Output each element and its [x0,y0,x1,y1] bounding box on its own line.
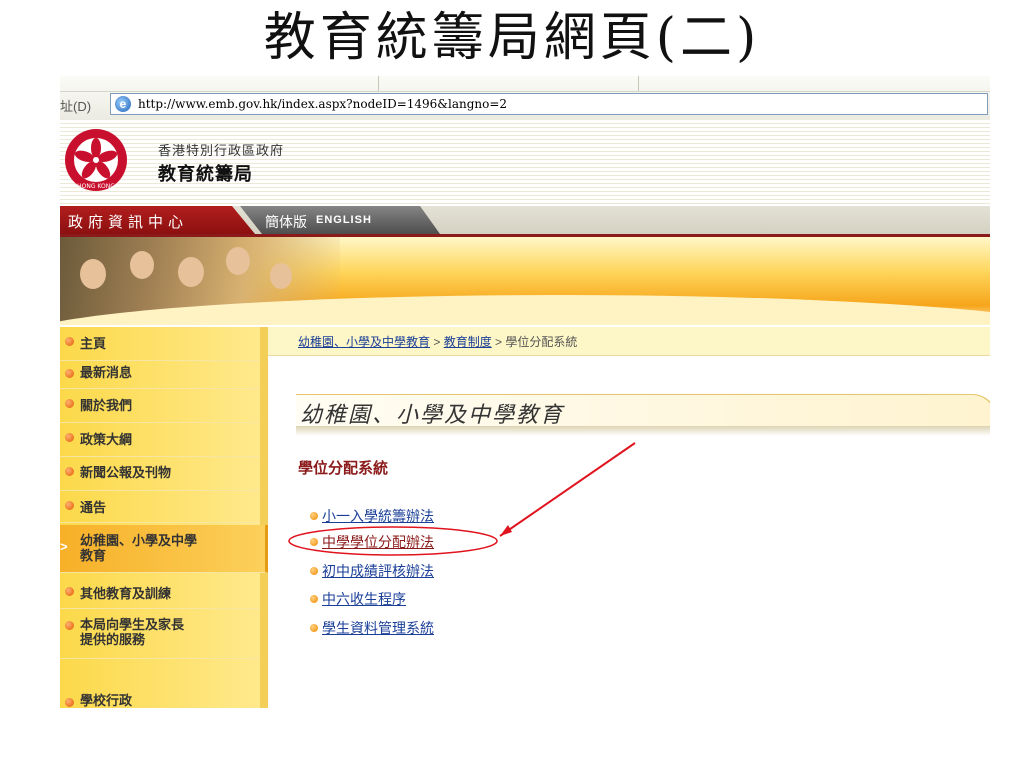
breadcrumb-link-education-system[interactable]: 教育制度 [444,335,492,349]
url-field[interactable]: e http://www.emb.gov.hk/index.aspx?nodeI… [110,93,988,115]
sidebar-item-other-education[interactable]: 其他教育及訓練 [60,577,260,609]
student-face [80,259,106,289]
link-text[interactable]: 初中成績評核辦法 [322,561,434,581]
nav-simplified-link[interactable]: 簡体版 [265,212,307,232]
bullet-icon [65,587,74,596]
ie-page-icon: e [115,96,131,112]
sidebar-item-label: 其他教育及訓練 [80,586,172,601]
sidebar-item-services[interactable]: 本局向學生及家長 提供的服務 [60,609,260,659]
address-bar: 址(D) e http://www.emb.gov.hk/index.aspx?… [60,76,990,121]
bullet-icon [310,595,318,603]
annotation-arrow-head-icon [500,525,512,536]
sidebar-item-label: 新聞公報及刊物 [80,465,172,480]
sidebar-item-circulars[interactable]: 通告 [60,491,260,523]
sidebar: 主頁 最新消息 關於我們 政策大綱 新聞公報及刊物 通告 > 幼稚園、小學及中學… [60,327,268,708]
sidebar-item-label: 關於我們 [80,398,133,413]
site-header: HONG KONG 香港特別行政區政府 教育統籌局 [60,120,990,206]
link-text[interactable]: 中六收生程序 [322,589,406,609]
annotation-arrow-line [499,442,636,537]
sidebar-item-label: 學校行政 [80,693,133,708]
sidebar-item-home[interactable]: 主頁 [60,327,260,361]
breadcrumb-separator: > [430,335,444,349]
browser-screenshot: 址(D) e http://www.emb.gov.hk/index.aspx?… [60,76,990,708]
slide-title: 教育統籌局網頁(二) [263,8,761,68]
bullet-icon [65,433,74,442]
url-text: http://www.emb.gov.hk/index.aspx?nodeID=… [138,97,508,111]
page-heading: 學位分配系統 [298,459,389,477]
student-face [130,251,154,279]
address-label: 址(D) [60,99,92,114]
link-text[interactable]: 中學學位分配辦法 [322,532,434,552]
sidebar-item-label: 最新消息 [80,365,133,380]
breadcrumb-trail: 幼稚園、小學及中學教育 > 教育制度 > 學位分配系統 [298,333,577,350]
breadcrumb: 幼稚園、小學及中學教育 > 教育制度 > 學位分配系統 [268,327,990,356]
sidebar-item-label-line1: 幼稚園、小學及中學 [80,533,198,548]
bullet-icon [310,538,318,546]
sidebar-item-label-line1: 本局向學生及家長 [80,617,185,632]
toolbar-separator [638,76,639,91]
sidebar-item-kg-primary-secondary[interactable]: > 幼稚園、小學及中學 教育 [60,525,268,573]
sidebar-item-label-line2: 提供的服務 [80,632,146,647]
breadcrumb-current: 學位分配系統 [505,335,578,349]
nav-info-centre-label[interactable]: 政府資訊中心 [68,211,188,232]
bullet-icon [65,337,74,346]
link-text[interactable]: 小一入學統籌辦法 [322,506,434,526]
hksar-emblem-icon[interactable]: HONG KONG [64,128,128,192]
bullet-icon [310,567,318,575]
nav-english-link[interactable]: ENGLISH [316,214,372,226]
section-title-bar: 幼稚園、小學及中學教育 [296,394,990,427]
sidebar-item-policy[interactable]: 政策大綱 [60,423,260,457]
sidebar-item-about-us[interactable]: 關於我們 [60,389,260,423]
bullet-icon [65,698,74,707]
emblem-text: HONG KONG [77,183,115,190]
sidebar-item-news[interactable]: 最新消息 [60,361,260,389]
bullet-icon [310,512,318,520]
sidebar-item-label: 本局向學生及家長 提供的服務 [80,617,184,647]
sidebar-item-label: 幼稚園、小學及中學 教育 [80,533,197,563]
banner-image [60,237,990,325]
sidebar-item-label: 政策大綱 [80,432,133,447]
toolbar-separator [378,76,379,91]
section-title-shadow [296,426,990,436]
current-page-arrow-icon: > [60,539,68,554]
bullet-icon [65,501,74,510]
student-face [270,263,292,289]
bullet-icon [310,624,318,632]
sidebar-item-press-releases[interactable]: 新聞公報及刊物 [60,457,260,491]
bullet-icon [65,467,74,476]
sidebar-item-label: 通告 [80,500,107,515]
top-nav: 政府資訊中心 簡体版 ENGLISH [60,206,990,237]
bullet-icon [65,369,74,378]
link-text[interactable]: 學生資料管理系統 [322,618,434,638]
toolbar-strip [60,76,990,92]
student-face [178,257,204,287]
section-title: 幼稚園、小學及中學教育 [300,402,565,427]
sidebar-item-label: 主頁 [80,336,107,351]
student-face [226,247,250,275]
breadcrumb-separator: > [491,335,506,349]
bullet-icon [65,399,74,408]
org-name-bureau: 教育統籌局 [158,164,253,184]
org-name-govt: 香港特別行政區政府 [158,143,285,158]
sidebar-item-school-admin[interactable]: 學校行政 [60,692,260,708]
breadcrumb-link-kg-primary-secondary[interactable]: 幼稚園、小學及中學教育 [298,335,430,349]
bullet-icon [65,621,74,630]
sidebar-item-label-line2: 教育 [80,548,107,563]
